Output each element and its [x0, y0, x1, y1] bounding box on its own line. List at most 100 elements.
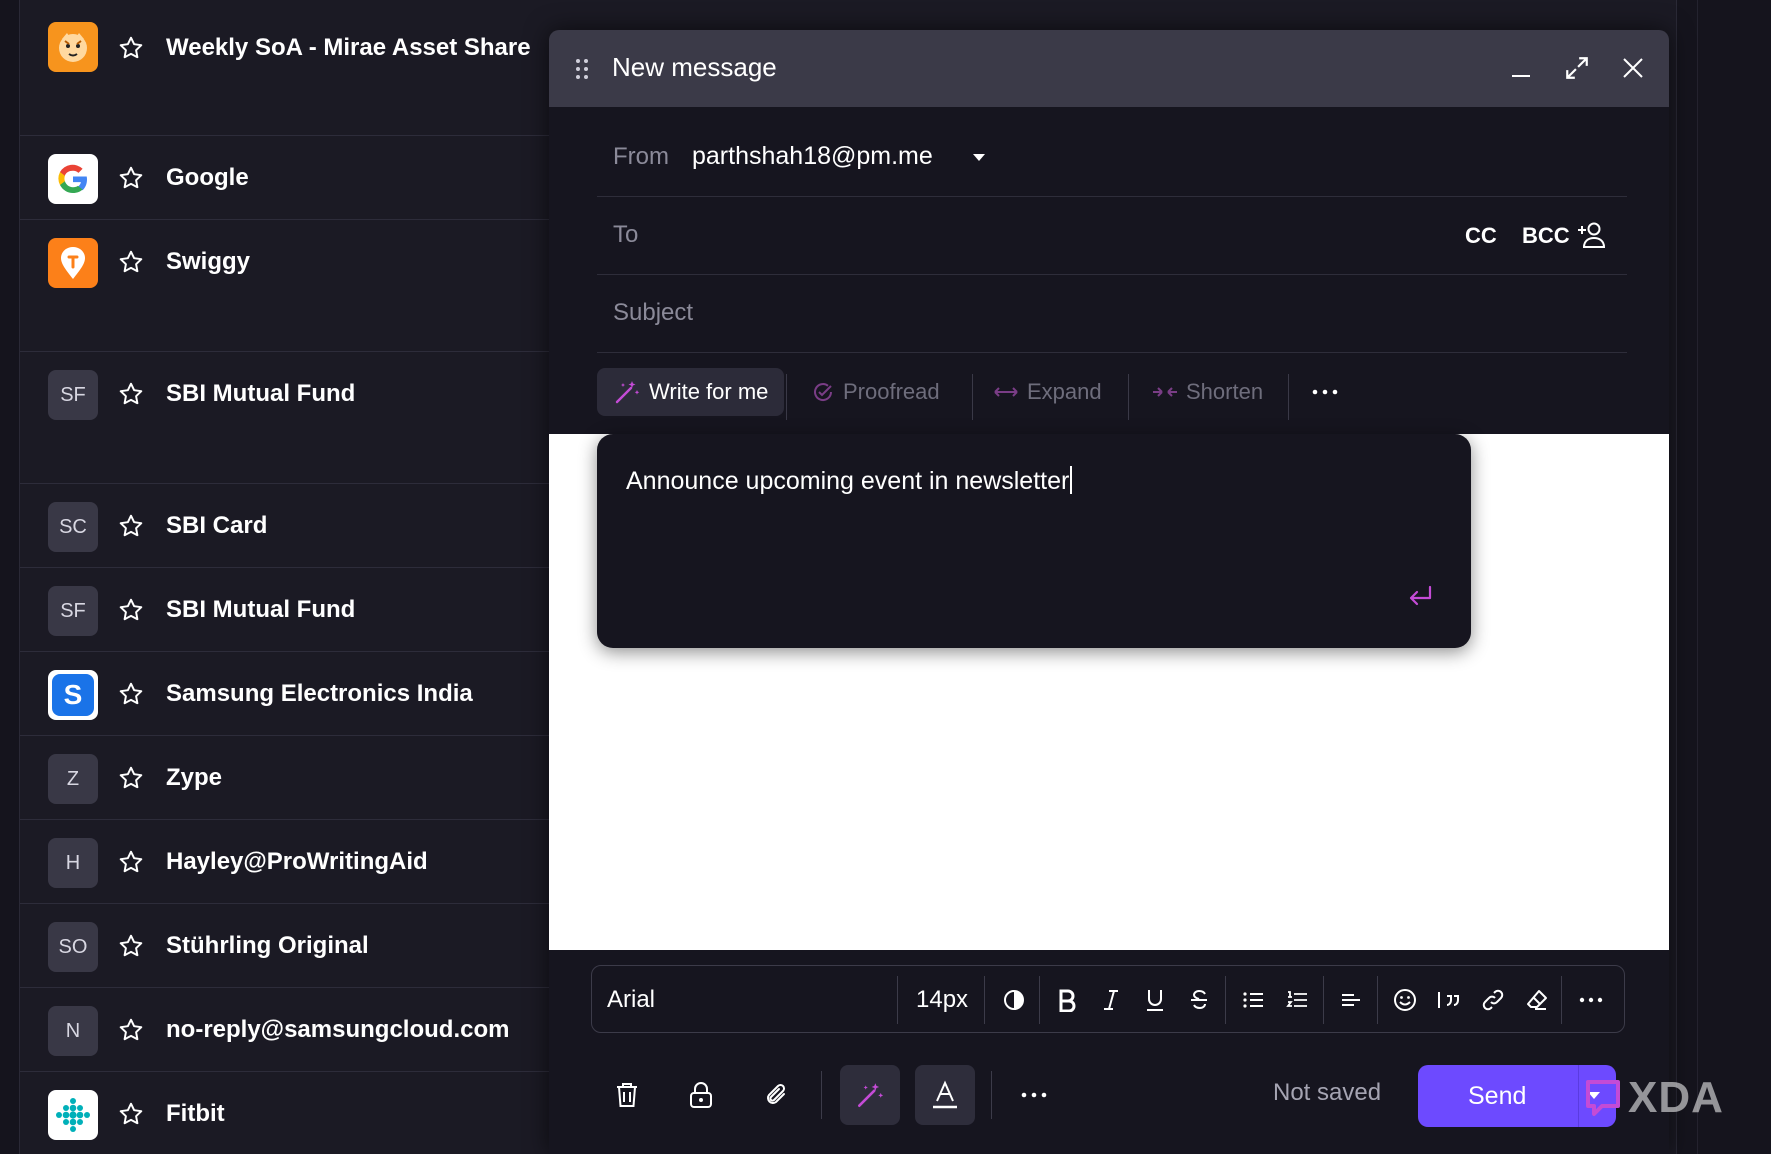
avatar: Z	[48, 754, 98, 804]
message-row[interactable]: SF SBI Mutual Fund	[20, 568, 550, 652]
font-size-select[interactable]: 14px	[916, 986, 968, 1014]
message-row[interactable]: Swiggy	[20, 220, 550, 352]
shorten-button[interactable]: Shorten	[1136, 368, 1279, 416]
clear-formatting-icon[interactable]	[1521, 984, 1553, 1016]
divider	[821, 1071, 822, 1119]
strikethrough-icon[interactable]	[1183, 984, 1215, 1016]
encryption-button[interactable]	[671, 1065, 731, 1125]
star-icon[interactable]	[118, 381, 144, 407]
more-formatting-icon[interactable]	[1575, 984, 1607, 1016]
star-icon[interactable]	[118, 849, 144, 875]
delete-button[interactable]	[597, 1065, 657, 1125]
send-divider	[1578, 1065, 1579, 1127]
proofread-button[interactable]: Proofread	[795, 368, 956, 416]
link-icon[interactable]	[1477, 984, 1509, 1016]
emoji-icon[interactable]	[1389, 984, 1421, 1016]
minimize-button[interactable]	[1503, 50, 1539, 86]
message-row[interactable]: Z Zype	[20, 736, 550, 820]
close-icon	[1623, 58, 1643, 78]
star-icon[interactable]	[118, 249, 144, 275]
from-label: From	[613, 143, 669, 170]
message-row[interactable]: SF SBI Mutual Fund	[20, 352, 550, 484]
sender-name: Swiggy	[166, 248, 251, 275]
sender-name: Fitbit	[166, 1100, 225, 1127]
composer-header[interactable]: New message	[549, 30, 1669, 107]
to-row[interactable]: To CC BCC	[597, 197, 1627, 275]
send-label: Send	[1468, 1082, 1527, 1110]
from-row[interactable]: From parthshah18@pm.me	[597, 119, 1627, 197]
star-icon[interactable]	[118, 165, 144, 191]
to-label: To	[613, 221, 639, 248]
shorten-label: Shorten	[1186, 379, 1264, 404]
close-button[interactable]	[1615, 50, 1651, 86]
composer-title: New message	[612, 52, 777, 82]
sender-name: Stührling Original	[166, 932, 369, 959]
subject-field[interactable]: Subject	[613, 299, 693, 327]
cc-button[interactable]: CC	[1465, 223, 1497, 249]
minimize-icon	[1512, 75, 1530, 77]
sender-name: no-reply@samsungcloud.com	[166, 1016, 510, 1043]
drag-handle-icon[interactable]	[575, 58, 589, 80]
star-icon[interactable]	[118, 513, 144, 539]
message-row[interactable]: Fitbit	[20, 1072, 550, 1154]
align-left-icon[interactable]	[1335, 984, 1367, 1016]
message-row[interactable]: SO Stührling Original	[20, 904, 550, 988]
star-icon[interactable]	[118, 765, 144, 791]
sender-name: SBI Card	[166, 512, 268, 539]
star-icon[interactable]	[118, 597, 144, 623]
write-for-me-button[interactable]: Write for me	[597, 368, 785, 416]
divider	[1323, 976, 1324, 1024]
more-icon	[1021, 1092, 1047, 1098]
quote-icon[interactable]	[1433, 984, 1465, 1016]
message-row[interactable]: N no-reply@samsungcloud.com	[20, 988, 550, 1072]
ai-writer-button[interactable]	[840, 1065, 900, 1125]
expand-text-button[interactable]: Expand	[977, 368, 1118, 416]
sender-name: Samsung Electronics India	[166, 680, 473, 707]
expand-button[interactable]	[1559, 50, 1595, 86]
text-style-button[interactable]	[915, 1065, 975, 1125]
contrast-icon[interactable]	[998, 984, 1030, 1016]
star-icon[interactable]	[118, 1017, 144, 1043]
star-icon[interactable]	[118, 933, 144, 959]
divider	[1039, 976, 1040, 1024]
bold-icon[interactable]	[1051, 984, 1083, 1016]
swiggy-logo-icon	[48, 238, 98, 288]
divider	[1377, 976, 1378, 1024]
more-icon	[1312, 389, 1338, 395]
message-row[interactable]: Google	[20, 136, 550, 220]
expand-arrows-icon	[994, 387, 1018, 397]
chevron-down-icon[interactable]	[971, 151, 987, 163]
right-strip	[1676, 0, 1771, 1154]
attach-button[interactable]	[747, 1065, 807, 1125]
subject-row[interactable]: Subject	[597, 275, 1627, 353]
sender-name: Weekly SoA - Mirae Asset Share	[166, 34, 531, 61]
left-strip	[0, 0, 20, 1154]
star-icon[interactable]	[118, 35, 144, 61]
bulleted-list-icon[interactable]	[1237, 984, 1269, 1016]
fitbit-logo-icon	[48, 1090, 98, 1140]
submit-enter-icon[interactable]	[1405, 582, 1435, 612]
google-logo-icon	[48, 154, 98, 204]
italic-icon[interactable]	[1095, 984, 1127, 1016]
shorten-arrows-icon	[1153, 387, 1177, 397]
message-row[interactable]: S Samsung Electronics India	[20, 652, 550, 736]
save-status: Not saved	[1273, 1079, 1382, 1106]
from-address[interactable]: parthshah18@pm.me	[692, 142, 933, 171]
more-options-button[interactable]	[1004, 1065, 1064, 1125]
magic-wand-icon	[858, 1083, 884, 1107]
ai-prompt-input[interactable]: Announce upcoming event in newsletter	[626, 466, 1073, 496]
more-ai-options-button[interactable]	[1297, 368, 1353, 416]
numbered-list-icon[interactable]	[1281, 984, 1313, 1016]
bcc-button[interactable]: BCC	[1522, 223, 1570, 249]
proofread-icon	[814, 383, 833, 401]
star-icon[interactable]	[118, 1101, 144, 1127]
text-color-icon	[933, 1080, 957, 1109]
star-icon[interactable]	[118, 681, 144, 707]
trash-icon	[617, 1083, 637, 1107]
message-row[interactable]: SC SBI Card	[20, 484, 550, 568]
message-row[interactable]: Weekly SoA - Mirae Asset Share	[20, 0, 550, 136]
add-contact-icon[interactable]	[1577, 219, 1609, 251]
underline-icon[interactable]	[1139, 984, 1171, 1016]
message-row[interactable]: H Hayley@ProWritingAid	[20, 820, 550, 904]
font-family-select[interactable]: Arial	[607, 986, 655, 1014]
